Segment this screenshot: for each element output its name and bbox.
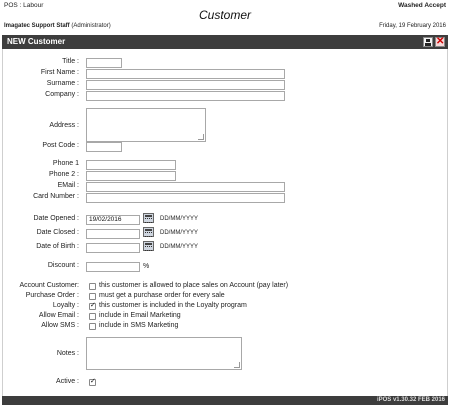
user-role: (Administrator)	[71, 23, 111, 29]
account-customer-checkbox[interactable]	[89, 283, 96, 290]
top-header: POS : Labour Customer Washed Accept Imag…	[0, 0, 450, 36]
allow-sms-label: Allow SMS :	[41, 322, 79, 329]
calendar-icon[interactable]	[143, 227, 154, 237]
status-label: Washed Accept	[398, 2, 446, 9]
date-closed-label: Date Closed :	[36, 229, 79, 236]
active-label: Active :	[56, 378, 79, 385]
page-title: Customer	[198, 8, 251, 22]
calendar-icon[interactable]	[143, 213, 154, 223]
version-label: iPOS v1.30.32 FEB 2016	[376, 397, 445, 403]
email-label: EMail :	[57, 182, 79, 189]
card-number-label: Card Number :	[33, 193, 79, 200]
user-name: Imagatec Support Staff	[4, 23, 70, 29]
active-checkbox[interactable]	[89, 377, 96, 386]
discount-field[interactable]	[86, 262, 140, 272]
surname-field[interactable]	[86, 80, 285, 90]
date-closed-field[interactable]	[86, 229, 140, 239]
discount-label: Discount :	[47, 262, 79, 269]
dob-label: Date of Birth :	[36, 243, 79, 250]
address-label: Address :	[49, 122, 79, 129]
allow-email-checkbox[interactable]	[89, 313, 96, 320]
allow-sms-text: include in SMS Marketing	[99, 322, 179, 329]
surname-label: Surname :	[46, 80, 79, 87]
percent-unit: %	[143, 263, 150, 270]
phone2-label: Phone 2 :	[49, 171, 79, 178]
loyalty-checkbox[interactable]	[89, 301, 96, 310]
date-opened-field[interactable]: 19/02/2016	[86, 215, 140, 225]
allow-email-text: include in Email Marketing	[99, 312, 181, 319]
phone2-field[interactable]	[86, 171, 176, 181]
phone1-field[interactable]	[86, 160, 176, 170]
purchase-order-text: must get a purchase order for every sale	[99, 292, 225, 299]
save-icon[interactable]	[423, 37, 433, 47]
title-field[interactable]	[86, 58, 122, 68]
notes-label: Notes :	[56, 350, 79, 357]
current-date: Friday, 19 February 2016	[379, 23, 446, 29]
customer-form: Title : First Name : Surname : Company :…	[2, 49, 448, 396]
post-code-label: Post Code :	[42, 142, 79, 149]
allow-sms-checkbox[interactable]	[89, 323, 96, 330]
footer-bar: iPOS v1.30.32 FEB 2016	[2, 396, 448, 405]
date-opened-label: Date Opened :	[33, 215, 79, 222]
close-icon[interactable]: ✕	[435, 36, 445, 47]
post-code-field[interactable]	[86, 142, 122, 152]
calendar-icon[interactable]	[143, 241, 154, 251]
loyalty-label: Loyalty :	[52, 302, 79, 309]
company-label: Company :	[45, 91, 79, 98]
date-format-hint: DD/MM/YYYY	[160, 230, 199, 236]
title-label: Title :	[62, 58, 79, 65]
panel-title: NEW Customer	[7, 37, 66, 46]
allow-email-label: Allow Email :	[38, 312, 79, 319]
purchase-order-label: Purchase Order :	[25, 292, 79, 299]
user-info: Imagatec Support Staff (Administrator)	[4, 23, 111, 29]
first-name-field[interactable]	[86, 69, 285, 79]
account-customer-text: this customer is allowed to place sales …	[99, 282, 289, 289]
phone1-label: Phone 1	[52, 160, 79, 167]
loyalty-text: this customer is included in the Loyalty…	[99, 302, 247, 309]
date-format-hint: DD/MM/YYYY	[160, 244, 199, 250]
panel-header: NEW Customer ✕	[2, 35, 448, 49]
first-name-label: First Name :	[40, 69, 79, 76]
account-customer-label: Account Customer:	[19, 282, 79, 289]
dob-field[interactable]	[86, 243, 140, 253]
email-field[interactable]	[86, 182, 285, 192]
address-field[interactable]	[86, 108, 206, 142]
card-number-field[interactable]	[86, 193, 285, 203]
notes-field[interactable]	[86, 337, 242, 370]
date-format-hint: DD/MM/YYYY	[160, 216, 199, 222]
purchase-order-checkbox[interactable]	[89, 293, 96, 300]
company-field[interactable]	[86, 91, 285, 101]
